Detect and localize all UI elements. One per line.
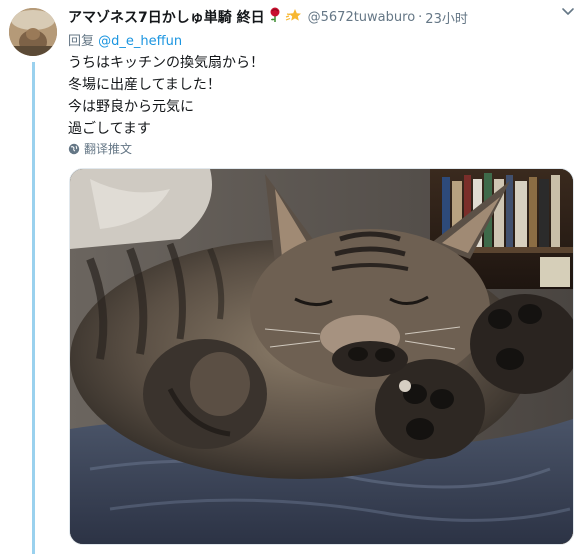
thread-connector-line [32,62,35,554]
tweet[interactable]: アマゾネス7日かしゅ単騎 終日 @5672tuwaburo · 23小时 回复 … [0,0,586,554]
chevron-down-icon[interactable] [560,3,576,19]
display-name[interactable]: アマゾネス7日かしゅ単騎 終日 [68,7,265,27]
rose-emoji-icon [268,7,282,27]
tweet-text-line: うちはキッチンの換気扇から！ [68,55,264,71]
translate-label: 翻译推文 [84,142,133,156]
user-handle[interactable]: @5672tuwaburo [308,10,416,25]
tweet-photo[interactable] [69,168,574,545]
globe-icon [68,143,80,154]
timestamp[interactable]: 23小时 [425,8,468,27]
reply-prefix: 回复 [68,34,95,49]
avatar[interactable] [9,8,57,56]
reply-mention-link[interactable]: @d_e_heffun [98,34,182,49]
tweet-header: アマゾネス7日かしゅ単騎 終日 @5672tuwaburo · 23小时 [68,6,576,28]
sparkle-star-emoji-icon [285,7,303,27]
sleeping-cat-image [70,169,573,544]
tweet-text-line: 今は野良から元気に [68,99,194,115]
tweet-text: うちはキッチンの換気扇から！ 冬場に出産してました！ 今は野良から元気に 過ごし… [68,52,264,140]
translate-tweet-link[interactable]: 翻译推文 [68,140,132,157]
tweet-text-line: 冬場に出産してました！ [68,77,221,93]
separator-dot: · [418,9,423,25]
reply-context: 回复 @d_e_heffun [68,30,182,49]
tweet-text-line: 過ごしてます [68,121,151,137]
